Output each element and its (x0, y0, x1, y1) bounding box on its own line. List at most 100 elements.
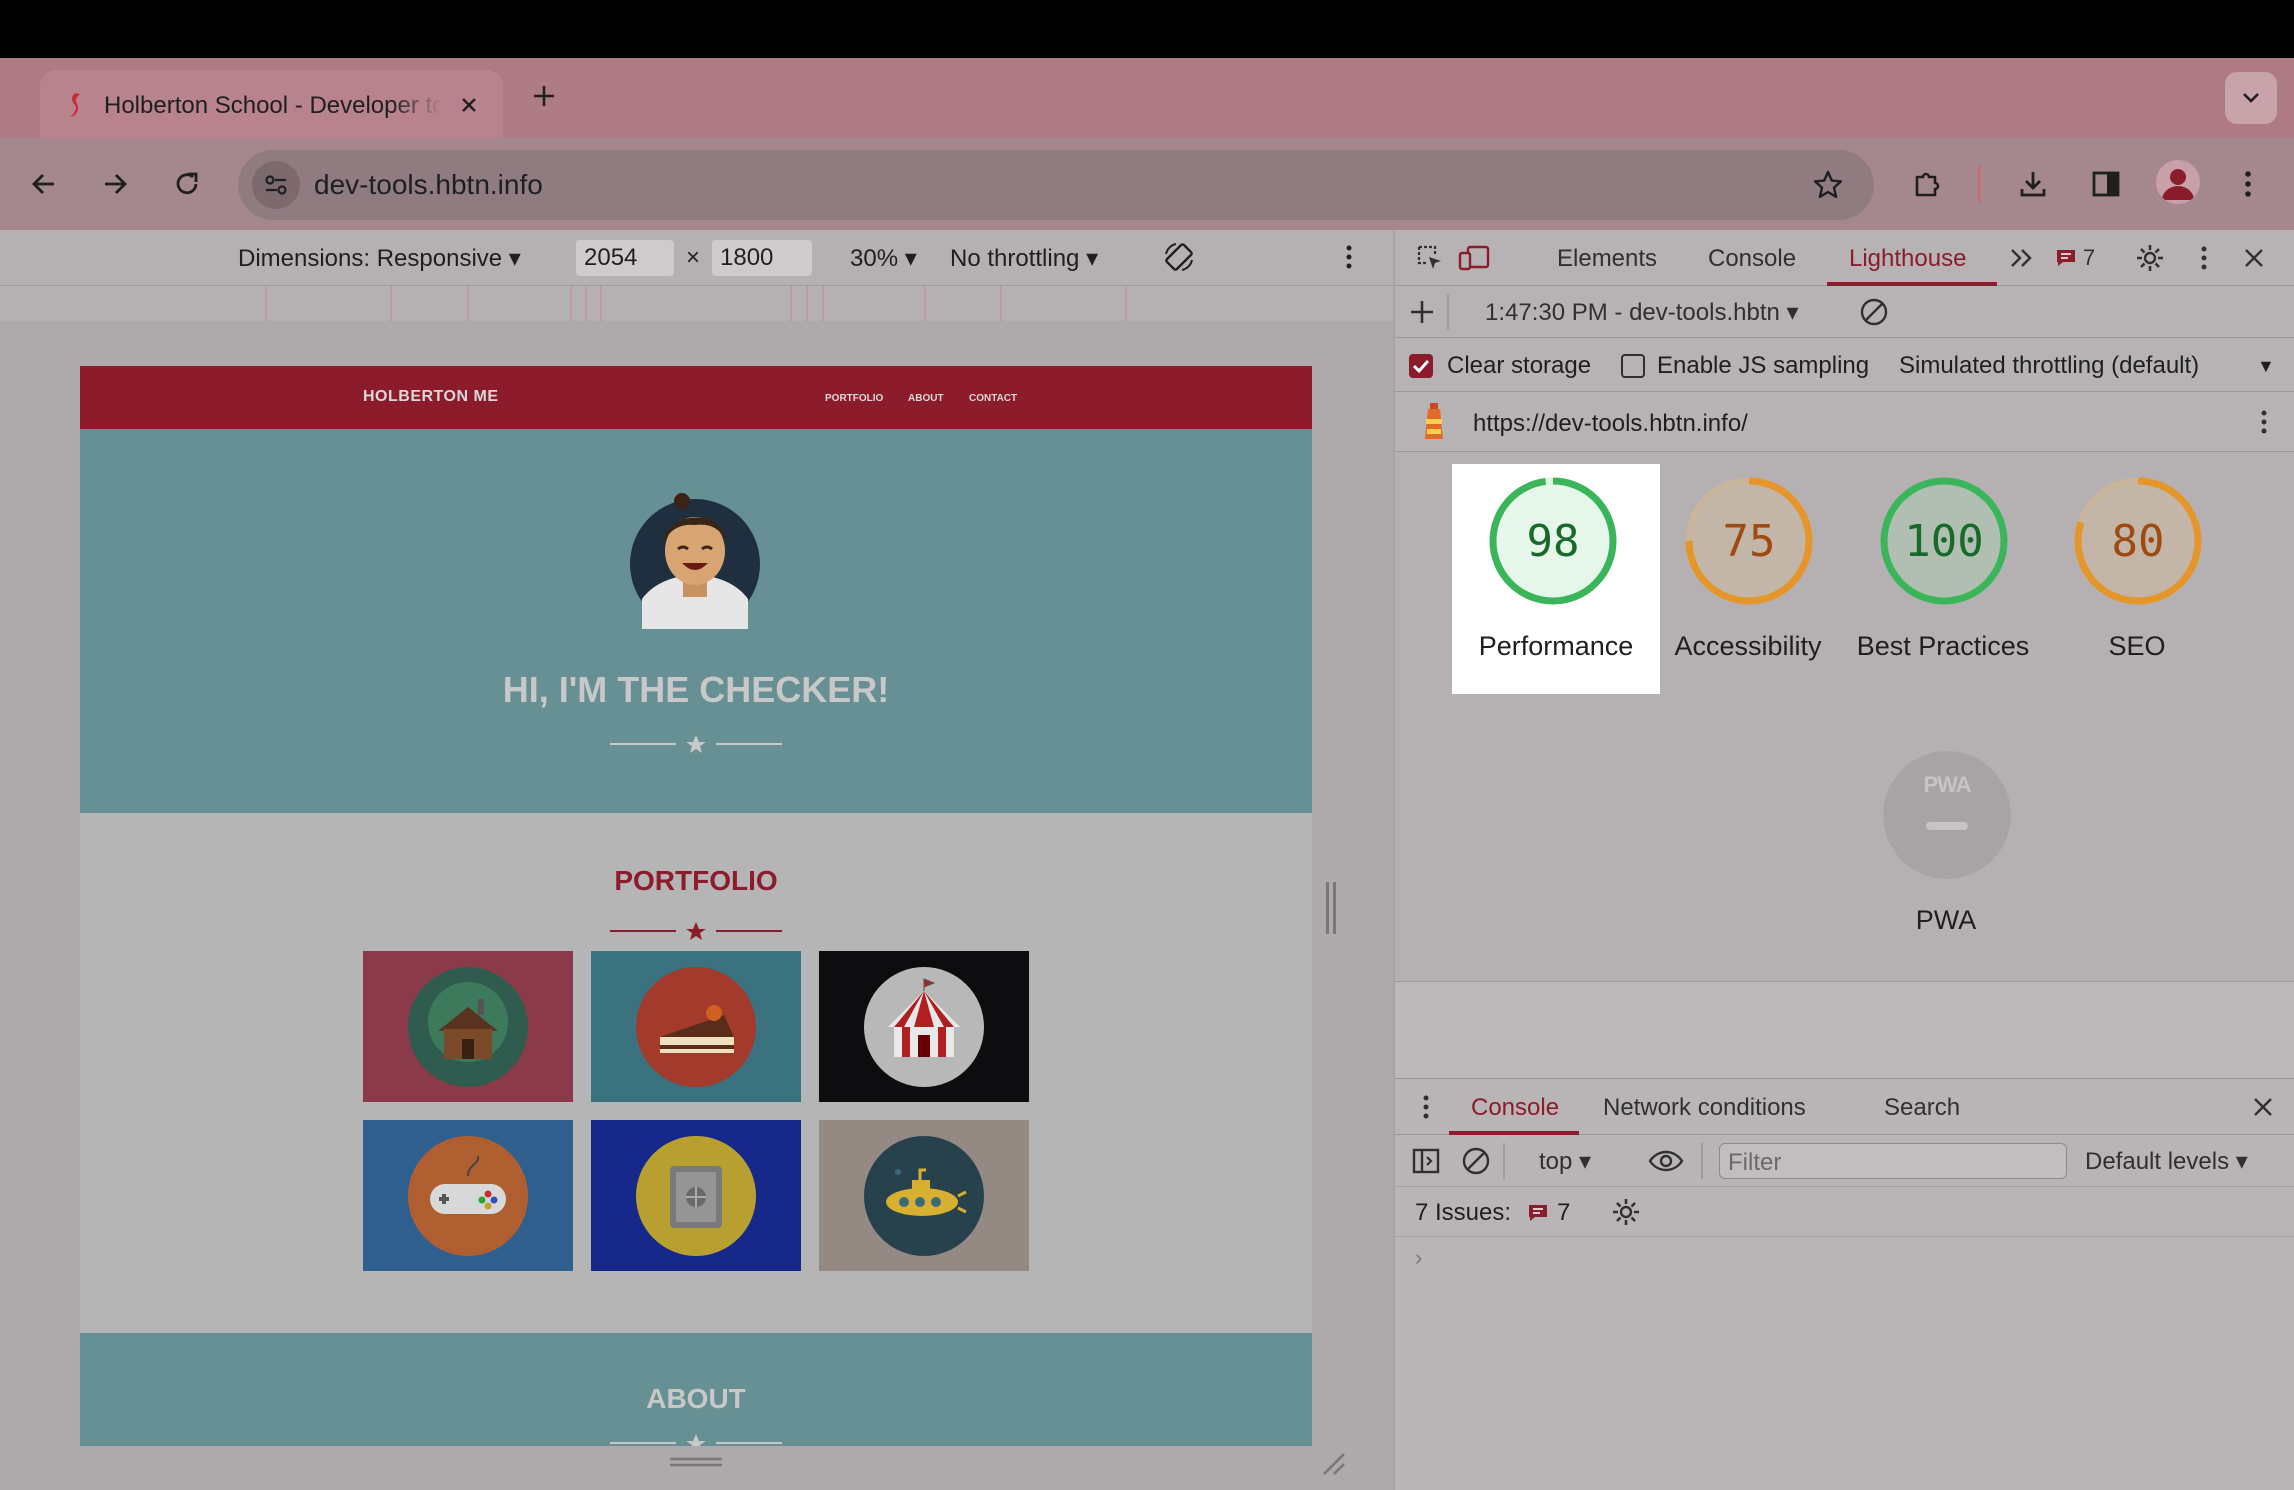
new-report-plus-icon[interactable] (1403, 293, 1441, 331)
portfolio-card-cake[interactable] (591, 951, 801, 1102)
inspect-element-icon[interactable] (1411, 239, 1449, 277)
issues-count: 7 (1557, 1199, 1571, 1226)
report-url: https://dev-tools.hbtn.info/ (1473, 410, 1748, 437)
lighthouse-options-bar: Clear storage Enable JS sampling Simulat… (1395, 338, 2294, 392)
chrome-menu-icon[interactable] (2224, 160, 2272, 208)
zoom-label: 30% (850, 245, 899, 272)
tab-console[interactable]: Console (1708, 245, 1796, 273)
report-menu-icon[interactable] (2245, 403, 2283, 441)
log-levels-dropdown[interactable]: Default levels ▾ (2085, 1147, 2248, 1176)
viewport-resize-handle-right[interactable] (1324, 882, 1338, 938)
throttling-dropdown[interactable]: No throttling ▾ (950, 244, 1098, 273)
new-tab-icon[interactable] (524, 76, 564, 116)
portfolio-card-gamepad[interactable] (363, 1120, 573, 1271)
tab-close-icon[interactable] (452, 88, 486, 122)
nav-about-link[interactable]: ABOUT (908, 393, 944, 404)
console-filter-input[interactable]: Filter (1719, 1143, 2067, 1179)
gauge-seo[interactable]: 80 SEO (2037, 464, 2237, 694)
nav-contact-link[interactable]: CONTACT (969, 393, 1017, 404)
drawer-tabbar: Console Network conditions Search (1395, 1079, 2294, 1135)
gauge-best-practices[interactable]: 100 Best Practices (1843, 464, 2043, 694)
viewport-resize-corner[interactable] (1318, 1448, 1346, 1476)
gauge-performance[interactable]: 98 Performance (1452, 464, 1660, 694)
ruler-tick (585, 286, 587, 322)
site-info-icon[interactable] (252, 161, 300, 209)
device-toggle-icon[interactable] (1455, 239, 1493, 277)
tab-title: Holberton School - Developer tools (104, 92, 442, 119)
nav-portfolio-link[interactable]: PORTFOLIO (825, 393, 883, 404)
side-panel-icon[interactable] (2082, 160, 2130, 208)
more-tabs-chevron-icon[interactable] (2003, 239, 2041, 277)
settings-gear-icon[interactable] (2131, 239, 2169, 277)
context-selector[interactable]: top ▾ (1539, 1147, 1591, 1176)
viewport-resize-handle-bottom[interactable] (668, 1456, 724, 1468)
report-selector-label: 1:47:30 PM - dev-tools.hbtn (1485, 299, 1780, 326)
portfolio-card-cabin[interactable] (363, 951, 573, 1102)
devtools-close-icon[interactable] (2235, 239, 2273, 277)
download-icon[interactable] (2009, 160, 2057, 208)
drawer-tab-console[interactable]: Console (1471, 1094, 1559, 1122)
zoom-dropdown[interactable]: 30% ▾ (850, 244, 917, 273)
gamepad-icon (408, 1135, 528, 1256)
profile-avatar[interactable] (2156, 160, 2200, 204)
console-drawer: Console Network conditions Search top ▾ … (1395, 1078, 2294, 1490)
tab-search-icon[interactable] (2225, 72, 2277, 124)
clear-storage-checkbox[interactable] (1409, 354, 1433, 378)
portfolio-card-circus[interactable] (819, 951, 1029, 1102)
issues-badge-count: 7 (2082, 245, 2096, 270)
rotate-icon[interactable] (1160, 238, 1198, 276)
drawer-tab-network-conditions[interactable]: Network conditions (1603, 1094, 1806, 1122)
console-settings-gear-icon[interactable] (1607, 1193, 1645, 1231)
bookmark-star-icon[interactable] (1804, 161, 1852, 209)
gauge-pwa[interactable]: PWA PWA (1846, 738, 2046, 968)
extensions-puzzle-icon[interactable] (1903, 160, 1951, 208)
back-arrow-icon[interactable] (20, 160, 68, 208)
site-brand[interactable]: HOLBERTON ME (363, 388, 498, 406)
live-expression-eye-icon[interactable] (1647, 1142, 1685, 1180)
browser-tab[interactable]: Holberton School - Developer tools (40, 70, 503, 140)
issues-count-badge[interactable]: 7 (1527, 1199, 1570, 1227)
portfolio-heading: PORTFOLIO (614, 865, 778, 896)
circus-tent-icon (864, 966, 984, 1087)
portfolio-card-submarine[interactable] (819, 1120, 1029, 1271)
throttling-dropdown-arrow[interactable]: ▼ (2257, 356, 2275, 377)
clear-reports-icon[interactable] (1855, 293, 1893, 331)
console-prompt[interactable]: › (1415, 1245, 1422, 1271)
drawer-close-icon[interactable] (2244, 1088, 2282, 1126)
ruler-tick (600, 286, 602, 322)
tab-elements[interactable]: Elements (1557, 245, 1657, 273)
portfolio-card-safe[interactable] (591, 1120, 801, 1271)
devtools-tabbar: Elements Console Lighthouse 7 (1395, 230, 2294, 286)
report-selector[interactable]: 1:47:30 PM - dev-tools.hbtn ▾ (1485, 298, 1799, 327)
width-input[interactable]: 2054 (576, 240, 674, 276)
devtools-menu-icon[interactable] (2185, 239, 2223, 277)
browser-toolbar: dev-tools.hbtn.info (0, 138, 2294, 230)
ruler-tick (265, 286, 267, 322)
ruler-tick (390, 286, 392, 322)
issues-badge[interactable]: 7 (2045, 239, 2105, 277)
gauge-score: 80 (2111, 516, 2165, 567)
cabin-icon (408, 966, 528, 1087)
drawer-tab-search[interactable]: Search (1884, 1094, 1960, 1122)
address-url: dev-tools.hbtn.info (314, 169, 543, 200)
clear-console-icon[interactable] (1457, 1142, 1495, 1180)
toolbar-separator (1978, 166, 1981, 202)
gauge-accessibility[interactable]: 75 Accessibility (1648, 464, 1848, 694)
console-sidebar-icon[interactable] (1407, 1142, 1445, 1180)
height-input[interactable]: 1800 (712, 240, 812, 276)
address-bar[interactable]: dev-tools.hbtn.info (238, 150, 1874, 220)
forward-arrow-icon[interactable] (91, 160, 139, 208)
reload-icon[interactable] (163, 160, 211, 208)
throttling-mode-label[interactable]: Simulated throttling (default) (1899, 352, 2199, 380)
device-more-icon[interactable] (1330, 238, 1368, 276)
portfolio-divider (80, 919, 1312, 943)
lighthouse-logo-icon (1415, 402, 1453, 440)
context-label: top (1539, 1148, 1573, 1175)
tab-lighthouse[interactable]: Lighthouse (1849, 245, 1966, 273)
drawer-menu-icon[interactable] (1407, 1088, 1445, 1126)
enable-js-sampling-checkbox[interactable] (1621, 354, 1645, 378)
ruler-tick (790, 286, 792, 322)
hero-divider (80, 732, 1312, 756)
pwa-badge-text: PWA (1923, 772, 1971, 797)
dimensions-dropdown[interactable]: Dimensions: Responsive ▾ (238, 244, 521, 273)
